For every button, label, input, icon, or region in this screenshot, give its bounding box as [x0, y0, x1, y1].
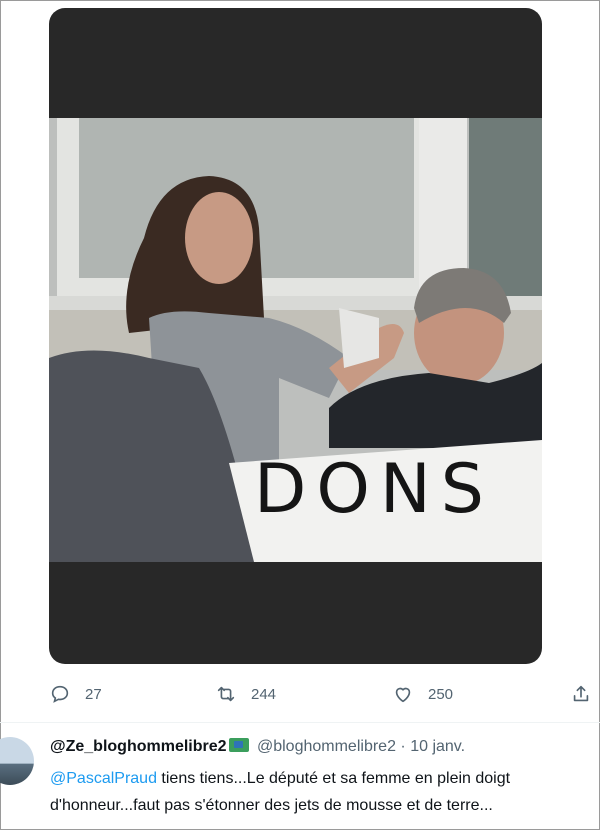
- retweet-count: 244: [251, 685, 277, 703]
- tweet-divider: [0, 722, 600, 723]
- tweet-text-part-1: tiens tiens...Le député et sa femme en p…: [156, 770, 511, 787]
- reply-icon: [51, 685, 69, 703]
- like-icon: [395, 687, 411, 703]
- share-button[interactable]: [570, 676, 592, 712]
- tweet-text-line-1: @PascalPraud tiens tiens...Le député et …: [50, 765, 600, 792]
- reply-tweet-header: @Ze_bloghommelibre2 @bloghommelibre2 · 1…: [50, 738, 465, 756]
- like-button[interactable]: 250: [392, 676, 453, 712]
- user-handle[interactable]: @bloghommelibre2: [257, 738, 396, 755]
- display-name[interactable]: @Ze_bloghommelibre2: [50, 738, 227, 755]
- retweet-icon: [217, 686, 235, 702]
- reply-count: 27: [85, 685, 102, 703]
- sign-text: DONS: [254, 450, 494, 529]
- mention-link[interactable]: @PascalPraud: [50, 770, 157, 787]
- separator-dot: ·: [400, 738, 406, 755]
- tweet-photo[interactable]: DONS: [49, 118, 542, 562]
- reply-button[interactable]: 27: [49, 676, 102, 712]
- map-emoji-icon: [228, 738, 249, 752]
- like-count: 250: [428, 685, 454, 703]
- tweet-text-line-2: d'honneur...faut pas s'étonner des jets …: [50, 797, 493, 814]
- retweet-button[interactable]: 244: [215, 676, 276, 712]
- reply-tweet-text: @PascalPraud tiens tiens...Le député et …: [50, 765, 600, 819]
- tweet-action-bar: 27 244 250: [0, 676, 600, 712]
- tweet-date[interactable]: 10 janv.: [410, 738, 465, 755]
- tweet-media[interactable]: DONS: [49, 8, 542, 664]
- share-icon: [573, 685, 589, 702]
